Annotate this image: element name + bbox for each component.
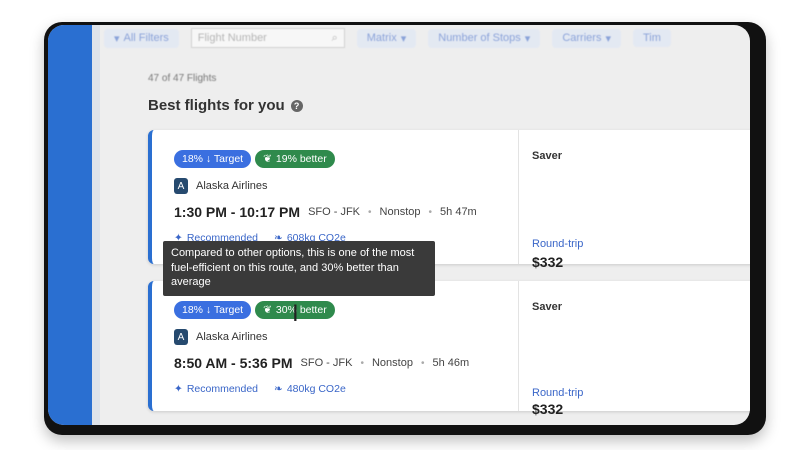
airline-logo-icon: A [174, 178, 188, 194]
flight-number-input[interactable]: Flight Number ⌕ [190, 28, 345, 48]
carriers-label: Carriers [562, 32, 602, 44]
duration: 5h 47m [440, 206, 477, 218]
times-label: Tim [642, 32, 661, 44]
duration: 5h 46m [432, 357, 470, 369]
leaf-icon: ❦ [263, 153, 272, 165]
stops-label: Number of Stops [438, 32, 521, 44]
airline-row: A Alaska Airlines [174, 329, 268, 345]
fare-class: Saver [532, 150, 562, 162]
search-icon: ⌕ [331, 31, 338, 44]
price[interactable]: $332 [532, 401, 563, 417]
text-cursor-icon: I [292, 300, 299, 327]
stops: Nonstop [379, 206, 421, 218]
results-title-text: Best flights for you [148, 97, 285, 114]
route: SFO - JFK [300, 357, 353, 369]
fare-class: Saver [532, 301, 562, 313]
results-title: Best flights for you ? [148, 97, 303, 114]
all-filters-button[interactable]: ▾ All Filters [104, 28, 179, 48]
times-filter-button[interactable]: Tim [632, 29, 671, 47]
matrix-button[interactable]: Matrix ▾ [356, 28, 417, 48]
device-frame: ▾ All Filters Flight Number ⌕ Matrix ▾ N… [44, 22, 766, 435]
airline-name: Alaska Airlines [196, 180, 268, 192]
eco-tooltip: Compared to other options, this is one o… [163, 241, 435, 296]
target-badge: 18% ↓ Target [174, 150, 252, 168]
trip-type: Round-trip [532, 387, 584, 399]
left-sidebar [48, 25, 92, 425]
co2-tag[interactable]: ❧ 480kg CO2e [274, 383, 346, 395]
badge-row: 18% ↓ Target ❦ 30% better [174, 301, 335, 319]
stops: Nonstop [371, 357, 413, 369]
app-screen: ▾ All Filters Flight Number ⌕ Matrix ▾ N… [48, 25, 750, 425]
badge-row: 18% ↓ Target ❦ 19% better [174, 150, 335, 168]
all-filters-label: All Filters [123, 32, 169, 44]
airline-row: A Alaska Airlines [174, 178, 268, 194]
airline-name: Alaska Airlines [196, 331, 268, 343]
stops-filter-button[interactable]: Number of Stops ▾ [428, 28, 541, 48]
price[interactable]: $332 [532, 254, 563, 270]
target-badge: 18% ↓ Target [174, 301, 252, 319]
chevron-down-icon: ▾ [605, 32, 611, 45]
recommended-tag: ✦ Recommended [174, 383, 259, 395]
flight-card[interactable]: 18% ↓ Target ❦ 30% better A Alaska Airli… [148, 281, 750, 417]
card-divider [518, 130, 519, 264]
results-count: 47 of 47 Flights [148, 73, 217, 84]
flight-times: 1:30 PM - 10:17 PM [174, 204, 301, 220]
airline-logo-icon: A [174, 329, 188, 345]
flight-times: 8:50 AM - 5:36 PM [174, 355, 293, 371]
left-sidebar-edge [92, 25, 100, 425]
carriers-filter-button[interactable]: Carriers ▾ [552, 28, 621, 48]
tags-row: ✦ Recommended ❧ 480kg CO2e [174, 383, 346, 395]
flight-timeline: 1:30 PM - 10:17 PM SFO - JFK • Nonstop •… [174, 204, 477, 220]
help-icon[interactable]: ? [290, 99, 303, 112]
route: SFO - JFK [308, 206, 361, 218]
filter-icon: ▾ [114, 32, 120, 45]
eco-badge[interactable]: ❦ 19% better [255, 150, 335, 168]
sparkle-icon: ✦ [174, 383, 183, 395]
card-divider [518, 281, 519, 411]
chevron-down-icon: ▾ [400, 32, 407, 45]
flight-timeline: 8:50 AM - 5:36 PM SFO - JFK • Nonstop • … [174, 355, 470, 371]
flight-number-placeholder: Flight Number [197, 32, 267, 44]
leaf-icon: ❧ [274, 383, 283, 395]
leaf-icon: ❦ [263, 304, 272, 316]
matrix-label: Matrix [366, 32, 397, 44]
filter-bar: ▾ All Filters Flight Number ⌕ Matrix ▾ N… [104, 25, 750, 51]
chevron-down-icon: ▾ [524, 32, 531, 45]
trip-type: Round-trip [532, 238, 584, 250]
